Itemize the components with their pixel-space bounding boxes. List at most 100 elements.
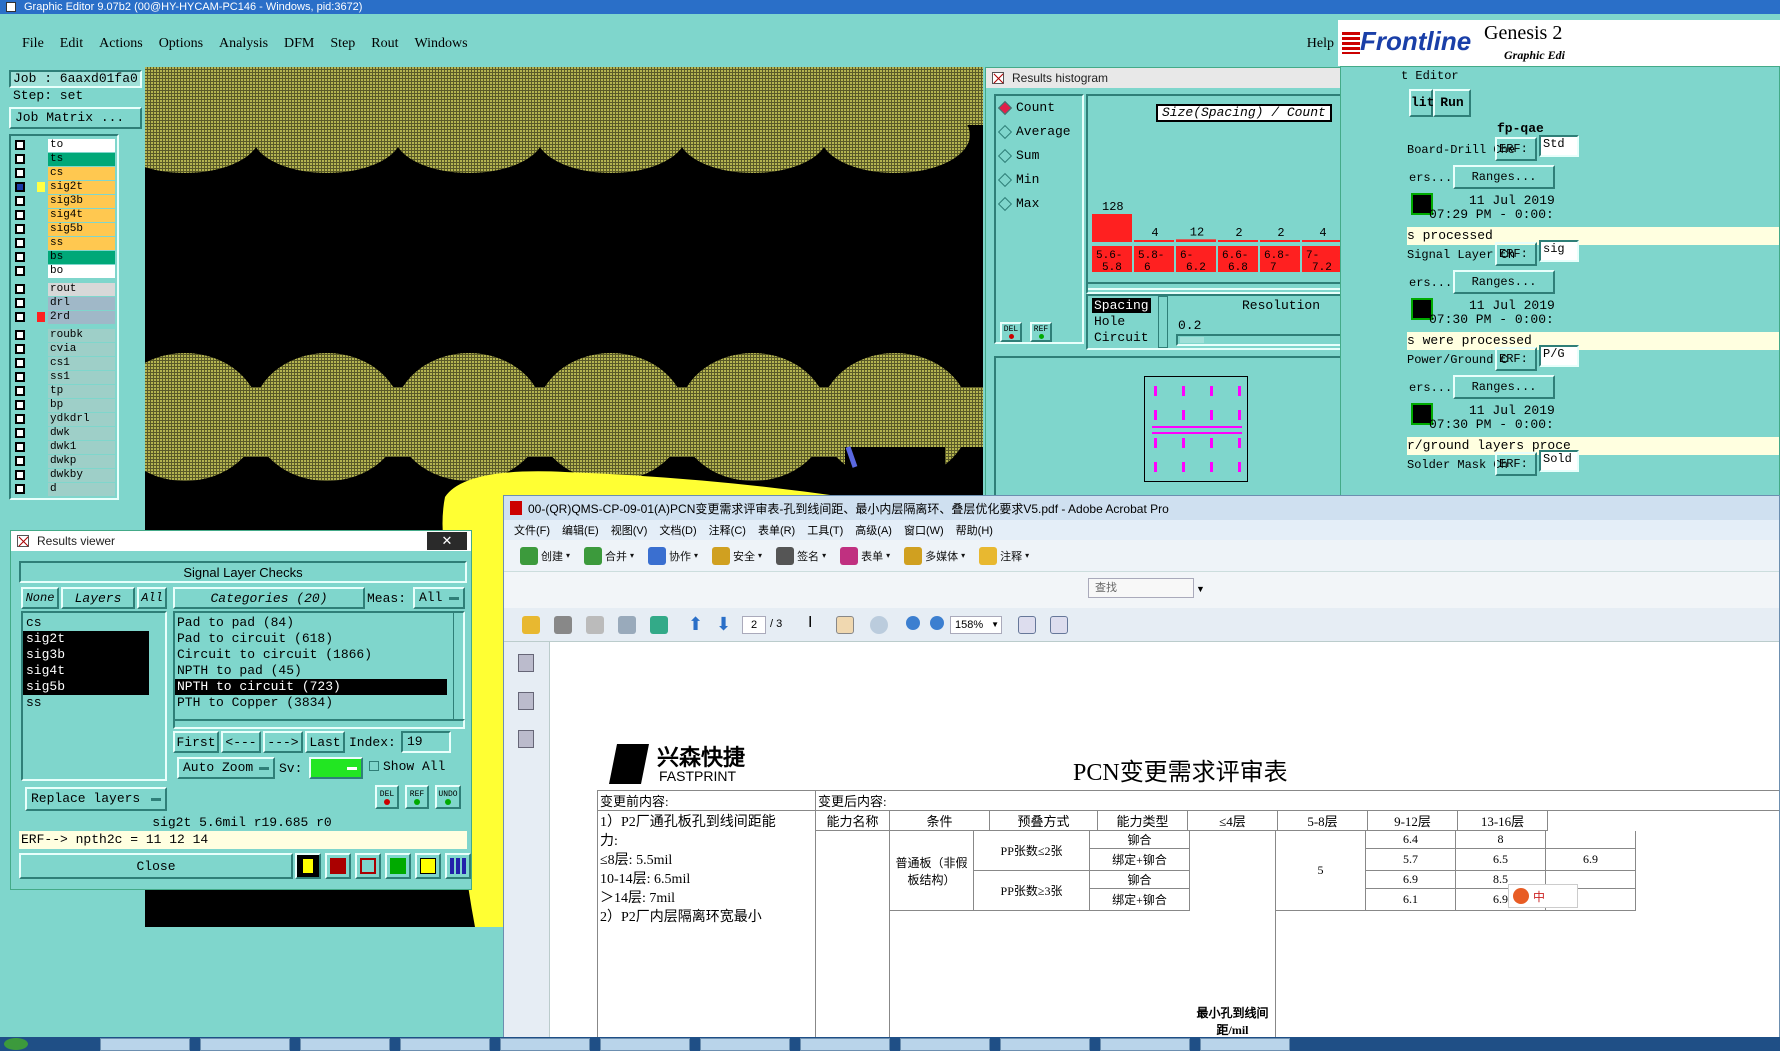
menu-dfm[interactable]: DFM [284, 36, 314, 52]
layer-checkbox[interactable] [15, 344, 25, 354]
menu-analysis[interactable]: Analysis [219, 36, 268, 52]
last-button[interactable]: Last [305, 731, 345, 753]
acrobat-menu-item[interactable]: 窗口(W) [904, 522, 944, 538]
hand-tool-icon[interactable] [836, 616, 854, 634]
pages-icon[interactable] [518, 654, 534, 672]
ranges-button[interactable]: Ranges... [1453, 270, 1555, 294]
pdf-search-input[interactable]: 查找 [1088, 578, 1194, 598]
select-text-icon[interactable]: I [808, 614, 812, 632]
run-button[interactable]: Run [1433, 89, 1471, 117]
category-item[interactable]: Pad to pad (84) [175, 615, 447, 631]
layer-checkbox[interactable] [15, 266, 25, 276]
acrobat-menu-item[interactable]: 编辑(E) [562, 522, 599, 538]
ers-label[interactable]: ers... [1409, 171, 1452, 185]
menu-step[interactable]: Step [330, 36, 355, 52]
ime-toolbar[interactable]: 中 [1508, 884, 1578, 908]
bookmarks-icon[interactable] [518, 692, 534, 710]
first-button[interactable]: First [173, 731, 219, 753]
layers-button[interactable]: Layers [61, 587, 135, 609]
layer-checkbox[interactable] [15, 298, 25, 308]
acrobat-menu-item[interactable]: 工具(T) [807, 522, 843, 538]
histogram-bar[interactable] [1302, 240, 1342, 242]
layer-checkbox[interactable] [15, 400, 25, 410]
erf-button[interactable]: ERF: [1495, 347, 1537, 371]
category-item[interactable]: NPTH to pad (45) [175, 663, 447, 679]
type-hole[interactable]: Hole [1094, 314, 1125, 329]
acrobat-tool-1[interactable]: 合并 ▾ [584, 546, 634, 565]
taskbar-item[interactable] [800, 1038, 890, 1051]
report-icon[interactable] [415, 853, 441, 879]
delete-icon[interactable] [355, 853, 381, 879]
layer-row-rout[interactable]: rout [11, 282, 115, 296]
viewer-layer-item[interactable]: cs [23, 615, 149, 631]
taskbar-item[interactable] [1100, 1038, 1190, 1051]
ers-label[interactable]: ers... [1409, 381, 1452, 395]
layer-checkbox[interactable] [15, 470, 25, 480]
layer-row-cs[interactable]: cs [11, 166, 115, 180]
taskbar-item[interactable] [600, 1038, 690, 1051]
taskbar-item[interactable] [1000, 1038, 1090, 1051]
viewer-layer-item[interactable]: sig2t [23, 631, 149, 647]
auto-zoom-select[interactable]: Auto Zoom [177, 757, 275, 779]
layer-checkbox[interactable] [15, 238, 25, 248]
acrobat-tool-3[interactable]: 安全 ▾ [712, 546, 762, 565]
acrobat-menu-item[interactable]: 注释(C) [709, 522, 746, 538]
acrobat-tool-7[interactable]: 注释 ▾ [979, 546, 1029, 565]
acrobat-tool-5[interactable]: 表单 ▾ [840, 546, 890, 565]
layer-checkbox[interactable] [15, 154, 25, 164]
start-icon[interactable] [4, 1038, 28, 1050]
taskbar-item[interactable] [900, 1038, 990, 1051]
full-screen-icon[interactable] [1050, 616, 1068, 634]
category-item[interactable]: PTH to Copper (3834) [175, 695, 447, 711]
layer-checkbox[interactable] [15, 284, 25, 294]
menu-rout[interactable]: Rout [371, 36, 398, 52]
layer-checkbox[interactable] [15, 414, 25, 424]
layer-icon[interactable] [325, 853, 351, 879]
layer-row-sig4t[interactable]: sig4t [11, 208, 115, 222]
index-input[interactable]: 19 [401, 731, 451, 753]
histogram-bar[interactable] [1218, 240, 1258, 242]
page-input[interactable]: 2 [742, 616, 766, 634]
ref-icon[interactable]: REF [405, 785, 429, 809]
layer-checkbox[interactable] [15, 372, 25, 382]
show-all-checkbox[interactable] [369, 761, 379, 771]
layer-row-ss1[interactable]: ss1 [11, 370, 115, 384]
category-hscroll[interactable] [173, 719, 465, 729]
hist-ref-icon[interactable]: REF [1030, 322, 1052, 342]
erf-button[interactable]: ERF: [1495, 242, 1537, 266]
layer-row-ss[interactable]: ss [11, 236, 115, 250]
close-icon[interactable]: ✕ [427, 532, 467, 550]
acrobat-menu-item[interactable]: 表单(R) [758, 522, 795, 538]
layer-row-tp[interactable]: tp [11, 384, 115, 398]
layer-row-bp[interactable]: bp [11, 398, 115, 412]
category-item[interactable]: NPTH to circuit (723) [175, 679, 447, 695]
viewer-layer-item[interactable]: sig5b [23, 679, 149, 695]
layer-checkbox[interactable] [15, 386, 25, 396]
fit-page-icon[interactable] [1018, 616, 1036, 634]
layer-row-roubk[interactable]: roubk [11, 328, 115, 342]
replace-layers-select[interactable]: Replace layers [25, 787, 167, 811]
layer-checkbox[interactable] [15, 442, 25, 452]
layer-checkbox[interactable] [15, 484, 25, 494]
search-dropdown-icon[interactable]: ▼ [1196, 584, 1205, 594]
sv-color-select[interactable] [309, 757, 363, 779]
ranges-button[interactable]: Ranges... [1453, 165, 1555, 189]
erf-value[interactable]: Sold [1539, 450, 1579, 472]
page-down-icon[interactable]: ⬇ [716, 614, 731, 635]
mode-sum[interactable]: Sum [997, 148, 1039, 163]
acrobat-tool-6[interactable]: 多媒体 ▾ [904, 546, 965, 565]
ranges-button[interactable]: Ranges... [1453, 375, 1555, 399]
taskbar-item[interactable] [100, 1038, 190, 1051]
web-icon[interactable] [650, 616, 668, 634]
layer-checkbox[interactable] [15, 210, 25, 220]
menu-options[interactable]: Options [159, 36, 203, 52]
hist-del-icon[interactable]: DEL [1000, 322, 1022, 342]
layer-row-ydkdrl[interactable]: ydkdrl [11, 412, 115, 426]
layer-row-sig3b[interactable]: sig3b [11, 194, 115, 208]
ers-label[interactable]: ers... [1409, 276, 1452, 290]
acrobat-tool-4[interactable]: 签名 ▾ [776, 546, 826, 565]
histogram-bar[interactable] [1134, 240, 1174, 242]
layer-row-cs1[interactable]: cs1 [11, 356, 115, 370]
layer-row-bs[interactable]: bs [11, 250, 115, 264]
layer-checkbox[interactable] [15, 140, 25, 150]
